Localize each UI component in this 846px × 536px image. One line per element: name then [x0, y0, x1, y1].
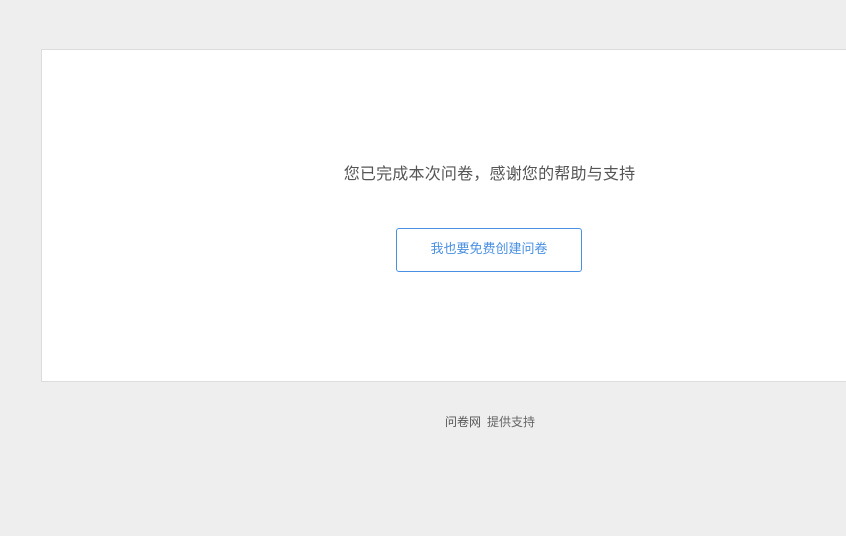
footer: 问卷网 提供支持	[0, 413, 846, 430]
create-survey-button[interactable]: 我也要免费创建问卷	[396, 228, 582, 272]
completion-message: 您已完成本次问卷，感谢您的帮助与支持	[343, 164, 636, 183]
footer-brand-link[interactable]: 问卷网	[445, 415, 481, 429]
completion-card: 您已完成本次问卷，感谢您的帮助与支持 我也要免费创建问卷	[41, 49, 846, 382]
footer-support-text: 提供支持	[487, 415, 536, 429]
